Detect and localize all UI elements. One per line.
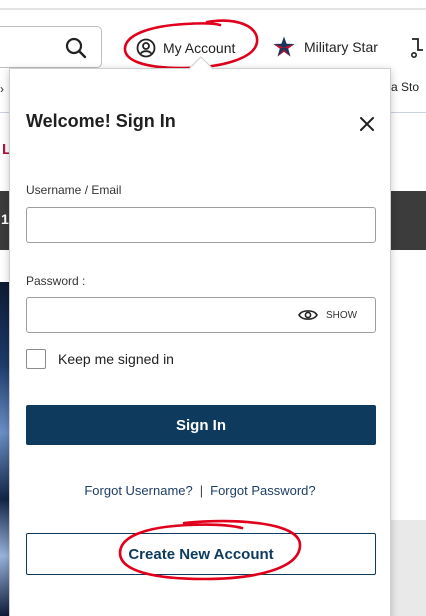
my-account-button[interactable]: My Account xyxy=(136,36,235,60)
military-star-label: Military Star xyxy=(304,39,378,55)
signin-title: Welcome! Sign In xyxy=(26,111,176,131)
forgot-username-link[interactable]: Forgot Username? xyxy=(84,483,192,498)
search-icon[interactable] xyxy=(64,36,88,60)
sign-in-button[interactable]: Sign In xyxy=(26,405,376,445)
username-field[interactable] xyxy=(26,207,376,243)
close-icon[interactable] xyxy=(358,115,376,133)
show-password-label: SHOW xyxy=(326,309,358,321)
page: My Account Military Star › a Sto L 1 Wel… xyxy=(0,0,426,616)
forgot-links-separator: | xyxy=(199,483,204,498)
my-account-label: My Account xyxy=(163,40,236,56)
background-banner-digit: 1 xyxy=(1,211,9,227)
forgot-links: Forgot Username? | Forgot Password? xyxy=(10,483,390,498)
username-label: Username / Email xyxy=(26,183,122,197)
background-gray-panel xyxy=(391,520,426,616)
signin-popover: Welcome! Sign In Username / Email Passwo… xyxy=(9,68,391,616)
password-label: Password : xyxy=(26,274,86,288)
background-dark-banner-right xyxy=(391,191,426,250)
forgot-password-link[interactable]: Forgot Password? xyxy=(210,483,316,498)
header-top-rule xyxy=(0,8,426,10)
military-star-link[interactable]: Military Star xyxy=(272,35,378,59)
create-account-button[interactable]: Create New Account xyxy=(26,533,376,575)
cart-icon[interactable] xyxy=(410,36,424,60)
show-password-toggle[interactable]: SHOW xyxy=(298,308,357,322)
background-nav-arrow-glyph: › xyxy=(0,82,4,96)
military-star-icon xyxy=(273,36,295,57)
keep-signed-in-label[interactable]: Keep me signed in xyxy=(58,351,174,367)
eye-icon xyxy=(298,310,318,320)
user-icon xyxy=(136,38,156,58)
background-nav-item[interactable]: a Sto xyxy=(391,80,419,94)
keep-signed-in-checkbox[interactable] xyxy=(26,349,46,369)
